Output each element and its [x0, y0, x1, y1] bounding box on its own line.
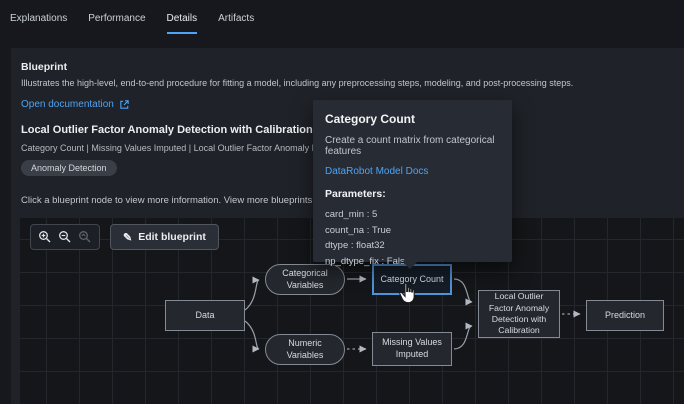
blueprint-heading: Blueprint: [21, 61, 67, 73]
node-tooltip: Category Count Create a count matrix fro…: [313, 100, 512, 262]
tooltip-description: Create a count matrix from categorical f…: [325, 135, 500, 157]
open-documentation-label: Open documentation: [21, 99, 114, 110]
zoom-toolbar: [30, 224, 100, 250]
edge-data-to-numeric: [245, 321, 259, 349]
edge-data-to-categorical: [245, 280, 259, 310]
tooltip-title: Category Count: [325, 112, 500, 126]
model-details-page: Explanations Performance Details Artifac…: [0, 0, 684, 404]
node-numeric-variables[interactable]: Numeric Variables: [265, 334, 345, 365]
model-title: Local Outlier Factor Anomaly Detection w…: [21, 124, 313, 136]
anomaly-detection-badge: Anomaly Detection: [21, 160, 117, 176]
tab-details[interactable]: Details: [167, 13, 198, 34]
node-data[interactable]: Data: [165, 300, 245, 331]
tooltip-parameter: count_na : True: [325, 223, 500, 239]
edit-blueprint-button[interactable]: ✎ Edit blueprint: [110, 224, 219, 250]
blueprint-description: Illustrates the high-level, end-to-end p…: [21, 78, 573, 88]
open-documentation-link[interactable]: Open documentation: [21, 99, 130, 110]
tab-explanations[interactable]: Explanations: [10, 13, 67, 34]
tooltip-parameter: card_min : 5: [325, 207, 500, 223]
zoom-out-icon[interactable]: [58, 230, 72, 244]
blueprint-hint-text: Click a blueprint node to view more info…: [21, 195, 312, 206]
node-missing-values-imputed[interactable]: Missing Values Imputed: [372, 332, 452, 366]
tooltip-model-docs-link[interactable]: DataRobot Model Docs: [325, 166, 500, 177]
external-link-icon: [119, 99, 130, 110]
top-tab-bar: Explanations Performance Details Artifac…: [10, 13, 254, 34]
hand-cursor-icon: [396, 281, 420, 307]
edge-categorycount-to-lof: [454, 279, 472, 302]
tooltip-parameters-label: Parameters:: [325, 188, 500, 200]
tab-performance[interactable]: Performance: [88, 13, 145, 34]
node-local-outlier-factor[interactable]: Local Outlier Factor Anomaly Detection w…: [478, 290, 560, 338]
edit-blueprint-label: Edit blueprint: [138, 231, 206, 243]
tab-artifacts[interactable]: Artifacts: [218, 13, 254, 34]
tooltip-parameter: dtype : float32: [325, 238, 500, 254]
node-prediction[interactable]: Prediction: [586, 300, 664, 331]
edit-pencil-icon: ✎: [123, 231, 132, 244]
zoom-in-icon[interactable]: [38, 230, 52, 244]
zoom-reset-icon[interactable]: [78, 230, 92, 244]
edge-missingvalues-to-lof: [454, 326, 472, 349]
